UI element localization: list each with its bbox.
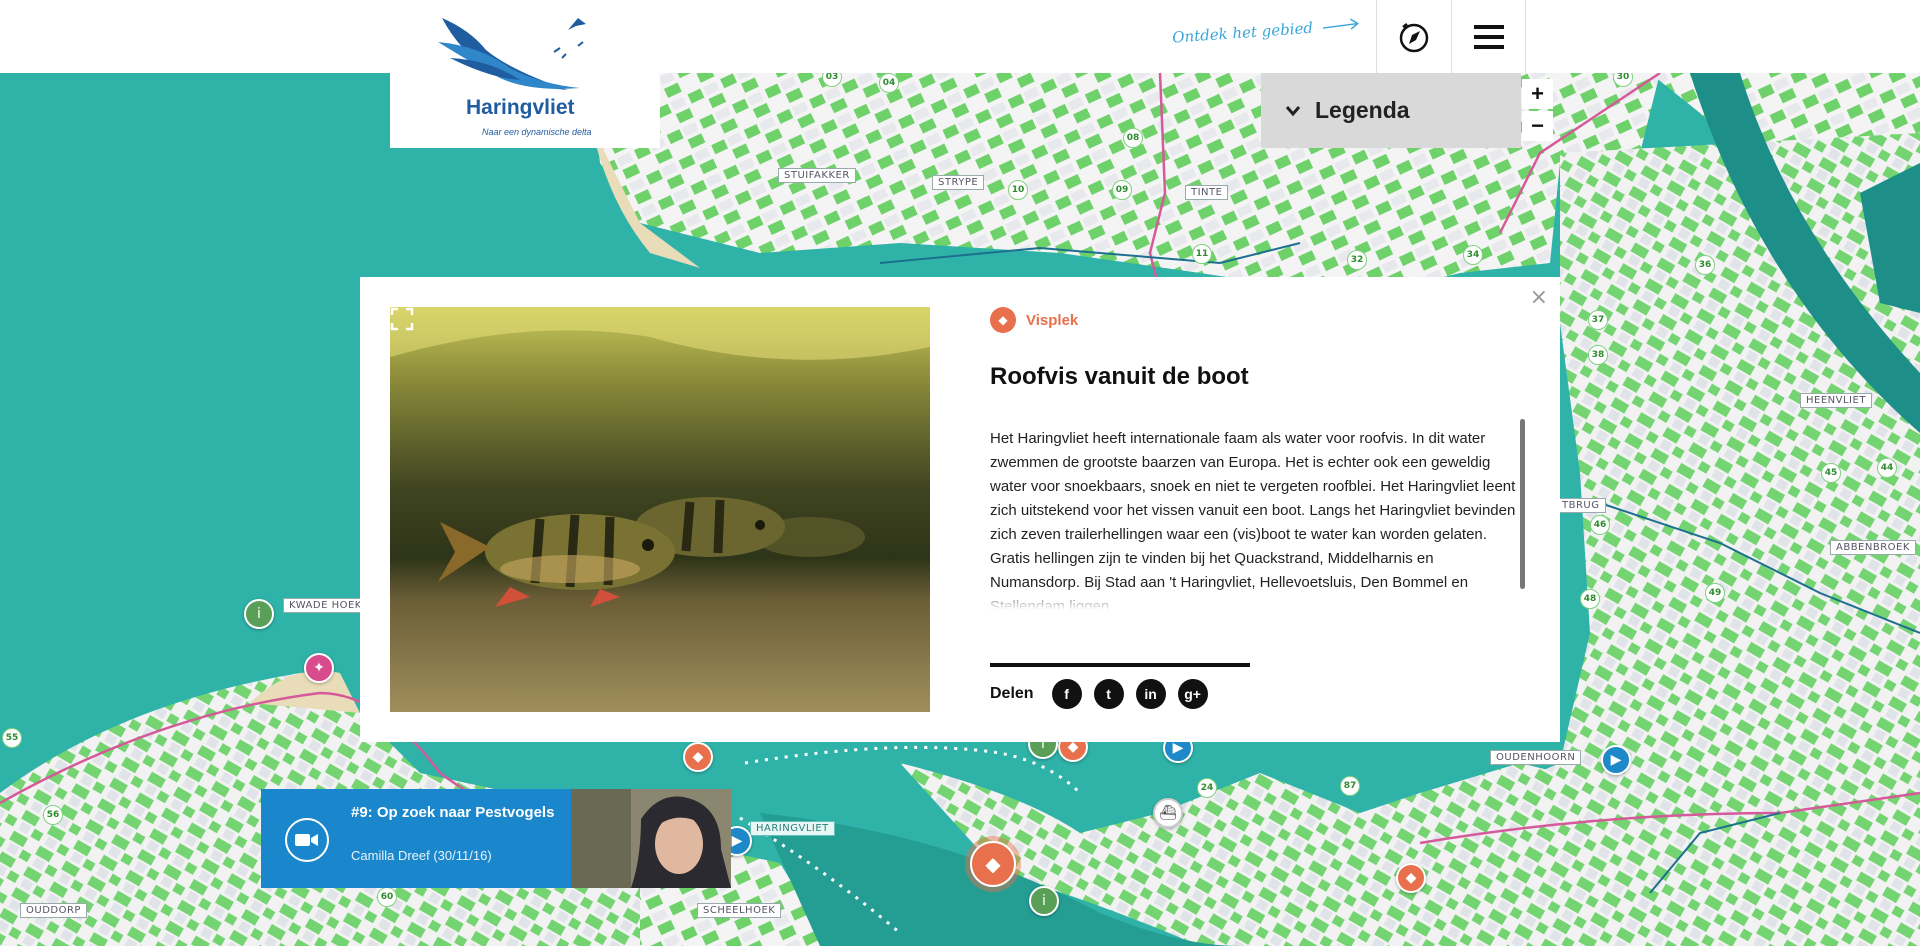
logo-tagline: Naar een dynamische delta (482, 127, 592, 137)
km-marker: 45 (1821, 463, 1841, 483)
logo-brand-name: Haringvliet (466, 96, 575, 119)
place-label-scheelhoek: SCHEELHOEK (697, 903, 782, 918)
google-plus-icon[interactable]: g+ (1177, 679, 1208, 709)
hamburger-menu-icon (1473, 24, 1504, 49)
fishing-spot-pin-icon[interactable]: ◆ (1396, 863, 1426, 893)
chevron-down-icon (1285, 105, 1301, 116)
video-card-author: Camilla Dreef (30/11/16) (351, 848, 492, 863)
share-divider (990, 663, 1250, 667)
description-scrollbar[interactable] (1520, 419, 1525, 589)
place-label-oudenhoorn: OUDENHOORN (1490, 750, 1582, 765)
km-marker: 11 (1192, 244, 1212, 264)
scrollbar-thumb[interactable] (1520, 419, 1525, 589)
info-pin-icon[interactable]: i (1029, 886, 1059, 916)
km-marker: 37 (1588, 310, 1608, 330)
text-fade (990, 586, 1520, 610)
explore-area-label: Ontdek het gebied (1171, 18, 1314, 47)
zoom-in-button[interactable]: + (1522, 79, 1553, 109)
location-detail-modal: × ◆ Visplek Roofvis vanuit de boot Het H… (360, 277, 1560, 742)
place-label-tbrug: TBRUG (1556, 498, 1606, 513)
km-marker: 46 (1590, 515, 1610, 535)
share-bar: Delen f t in g+ (990, 679, 1208, 709)
video-camera-icon (285, 818, 329, 862)
arrow-right-icon (1322, 18, 1360, 30)
km-marker: 87 (1340, 776, 1360, 796)
fish-photo[interactable] (390, 307, 930, 712)
place-label-tinte: TINTE (1185, 185, 1229, 200)
fullscreen-icon[interactable] (390, 307, 414, 331)
legend-toggle[interactable]: Legenda (1261, 73, 1521, 148)
km-marker: 36 (1695, 255, 1715, 275)
ferry-pin-icon[interactable]: ⛴ (1153, 798, 1183, 828)
video-thumbnail (571, 789, 731, 888)
menu-button[interactable] (1451, 0, 1526, 73)
place-label-heenvliet: HEENVLIET (1800, 393, 1872, 408)
video-card-info: #9: Op zoek naar Pestvogels Camilla Dree… (261, 789, 571, 888)
km-marker: 48 (1580, 589, 1600, 609)
legend-label: Legenda (1315, 97, 1410, 123)
km-marker: 38 (1588, 345, 1608, 365)
km-marker: 10 (1008, 180, 1028, 200)
top-header: Ontdek het gebied (0, 0, 1920, 73)
km-marker: 32 (1347, 250, 1367, 270)
place-label-stuifakker: STUIFAKKER (778, 168, 856, 183)
place-label-ouddorp: OUDDORP (20, 903, 87, 918)
km-marker: 49 (1705, 583, 1725, 603)
explore-area-link[interactable]: Ontdek het gebied (1171, 15, 1362, 47)
km-marker: 34 (1463, 245, 1483, 265)
km-marker: 44 (1877, 458, 1897, 478)
haringvliet-logo-icon (438, 18, 586, 90)
fishing-spot-pin-icon[interactable]: ◆ (683, 742, 713, 772)
km-marker: 24 (1197, 778, 1217, 798)
close-icon[interactable]: × (1530, 285, 1548, 310)
compass-button[interactable] (1376, 0, 1451, 73)
compass-icon (1399, 22, 1429, 52)
facebook-icon[interactable]: f (1051, 679, 1082, 709)
km-marker: 55 (2, 728, 22, 748)
place-label-haringvliet: HARINGVLIET (750, 821, 835, 836)
linkedin-icon[interactable]: in (1135, 679, 1166, 709)
location-title: Roofvis vanuit de boot (990, 363, 1249, 390)
video-pin-icon[interactable]: ▶ (1601, 745, 1631, 775)
place-label-kwade-hoek: KWADE HOEK (283, 598, 368, 613)
twitter-icon[interactable]: t (1093, 679, 1124, 709)
km-marker: 04 (879, 73, 899, 93)
perch-underwater-image (390, 307, 930, 712)
category-label: Visplek (1026, 311, 1079, 329)
share-label: Delen (990, 685, 1034, 702)
place-label-strype: STRYPE (932, 175, 985, 190)
category-tag: ◆ Visplek (990, 307, 1078, 333)
location-description: Het Haringvliet heeft internationale faa… (990, 430, 1516, 610)
km-marker: 08 (1123, 128, 1143, 148)
info-pin-icon[interactable]: i (244, 599, 274, 629)
fishing-spot-pin-active-icon[interactable]: ◆ (970, 841, 1016, 887)
video-card-title: #9: Op zoek naar Pestvogels (351, 804, 555, 821)
description-scroll-area[interactable]: Het Haringvliet heeft internationale faa… (990, 427, 1535, 610)
km-marker: 56 (43, 805, 63, 825)
site-logo[interactable]: Haringvliet Naar een dynamische delta (390, 0, 660, 148)
zoom-out-button[interactable]: − (1522, 111, 1553, 141)
km-marker: 60 (377, 887, 397, 907)
fish-icon: ◆ (990, 307, 1016, 333)
video-story-card[interactable]: #9: Op zoek naar Pestvogels Camilla Dree… (261, 789, 731, 888)
place-label-abbenbroek: ABBENBROEK (1830, 540, 1916, 555)
km-marker: 09 (1112, 180, 1132, 200)
walking-route-pin-icon[interactable]: ✦ (304, 653, 334, 683)
